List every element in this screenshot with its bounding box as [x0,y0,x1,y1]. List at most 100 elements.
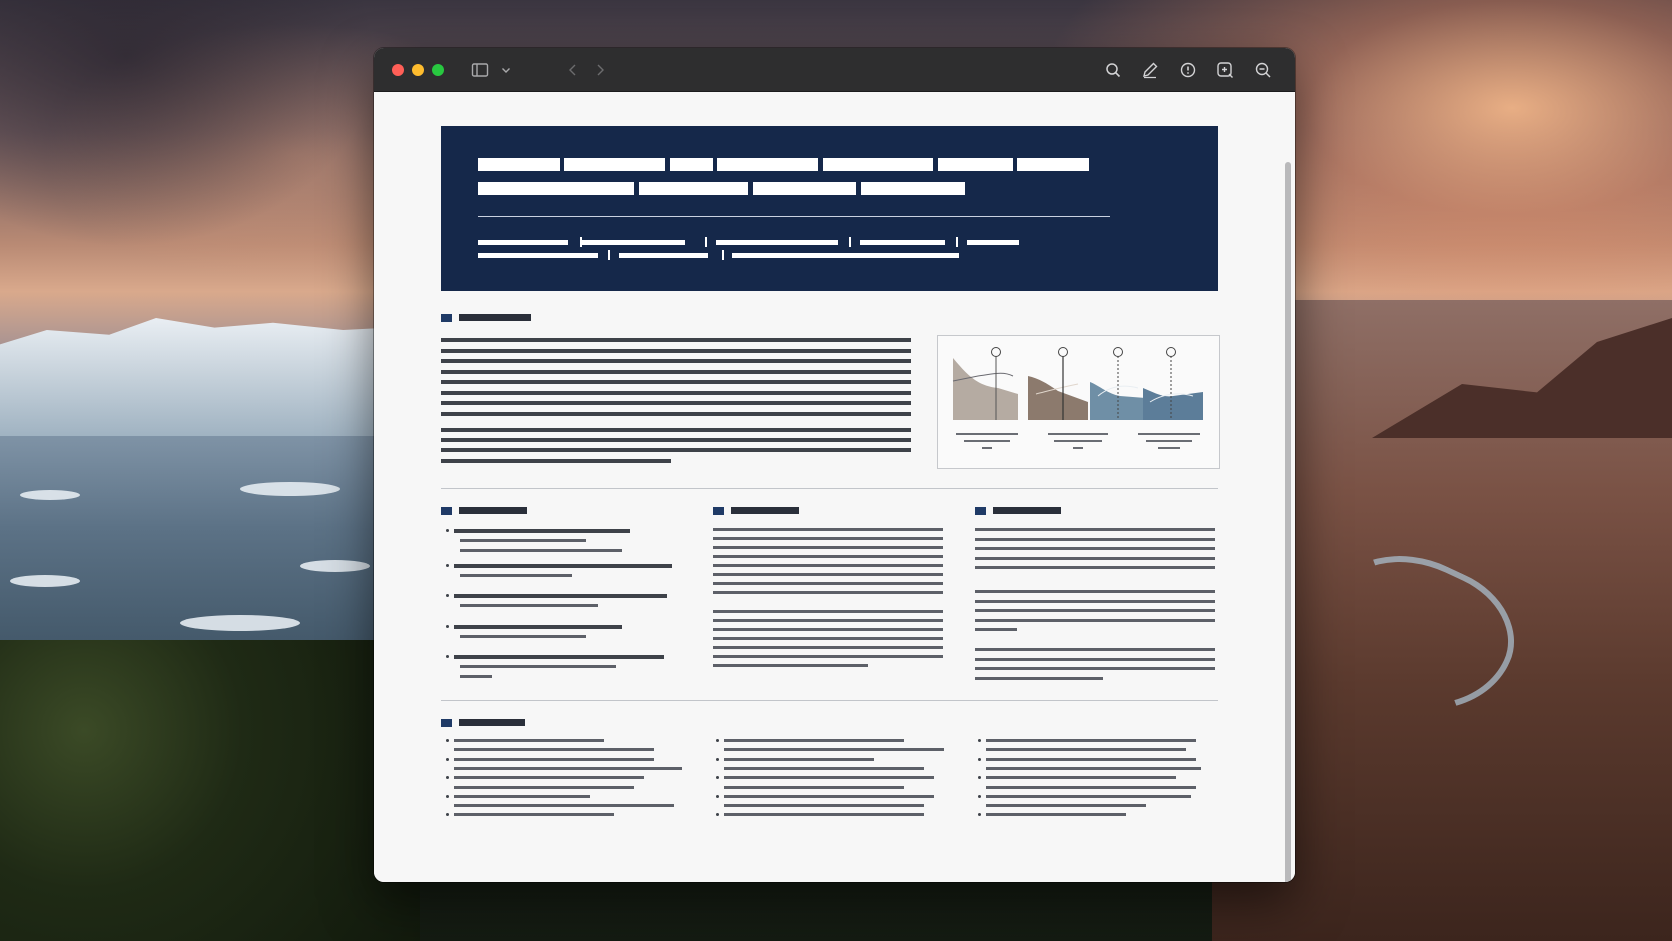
markup-pen-icon[interactable] [1139,59,1161,81]
section-divider [441,700,1218,701]
sidebar-icon[interactable] [469,59,491,81]
reference-line [454,757,654,761]
bullet-line [460,549,622,552]
body-line [713,637,943,640]
section-marker [441,507,452,515]
bullet [716,813,719,817]
bullet [446,655,449,658]
reference-line [724,794,934,798]
title-word [717,158,818,171]
author-name [581,240,685,245]
reference-line [724,757,874,761]
bullet [446,813,449,817]
section-heading [459,314,531,321]
body-line [713,555,943,558]
bullet [978,776,981,780]
section-marker [441,719,452,727]
reference-line [454,804,674,808]
reference-line [454,813,614,817]
body-line [975,676,1103,680]
abstract-line [441,458,671,463]
bullet [446,757,449,761]
reference-line [986,748,1186,752]
body-line [713,655,943,658]
abstract-line [441,411,911,416]
abstract-line [441,428,911,432]
reference-line [724,766,924,770]
forward-arrow-icon[interactable] [589,59,611,81]
author-name [716,240,838,245]
figure-panel-2 [1028,347,1088,420]
zoom-out-icon[interactable] [1252,59,1274,81]
reference-line [724,785,904,789]
abstract-line [441,390,911,395]
body-line [713,646,943,649]
reference-line [986,785,1196,789]
bullet-line [460,604,598,607]
abstract-line [441,359,911,363]
preview-window [374,48,1295,882]
body-line [975,609,1215,612]
body-line [975,566,1215,569]
bullet-line [454,564,672,568]
bullet-line [460,635,586,638]
body-line [713,564,943,567]
title-word [823,158,933,171]
body-line [975,599,1215,603]
body-line [975,628,1017,631]
chevron-down-icon[interactable] [495,59,517,81]
body-line [713,573,943,576]
title-rule [478,216,1110,217]
bullet [978,757,981,761]
ice-floe [300,560,370,572]
ice-floe [10,575,80,587]
bullet-line [454,655,664,659]
body-line [713,610,943,613]
zoom-in-icon[interactable] [1214,59,1236,81]
close-button[interactable] [392,64,404,76]
reference-line [986,813,1126,817]
separator [722,250,724,260]
search-icon[interactable] [1102,59,1124,81]
forest [0,640,420,941]
figure-panel-3 [1090,347,1146,420]
body-line [713,619,943,622]
author-name [478,240,568,245]
reference-line [986,794,1191,798]
reference-line [454,739,604,742]
abstract-line [441,401,911,405]
bullet-line [460,574,572,577]
info-icon[interactable] [1177,59,1199,81]
ice-floe [20,490,80,500]
affiliation [619,253,708,258]
body-line [713,664,868,667]
bullet [446,739,449,742]
document-view[interactable] [374,92,1295,882]
vertical-scrollbar[interactable] [1285,162,1291,882]
section-divider [441,488,1218,489]
title-word [1017,158,1089,171]
author-name [967,240,1019,245]
reference-line [454,748,654,752]
body-line [975,667,1215,670]
ice-floe [180,615,300,631]
section-heading [731,507,799,514]
bullet [446,564,449,567]
separator [956,237,958,247]
body-line [975,590,1215,593]
zoom-button[interactable] [432,64,444,76]
body-line [713,546,943,549]
minimize-button[interactable] [412,64,424,76]
title-word [478,182,634,195]
title-word [639,182,748,195]
abstract-line [441,438,911,443]
bullet-line [454,594,667,598]
affiliation [478,253,598,258]
title-word [478,158,560,171]
figure-panel-1 [952,347,1018,420]
bullet [446,794,449,798]
back-arrow-icon[interactable] [562,59,584,81]
body-line [975,657,1215,661]
abstract-line [441,348,911,353]
bullet [446,594,449,597]
